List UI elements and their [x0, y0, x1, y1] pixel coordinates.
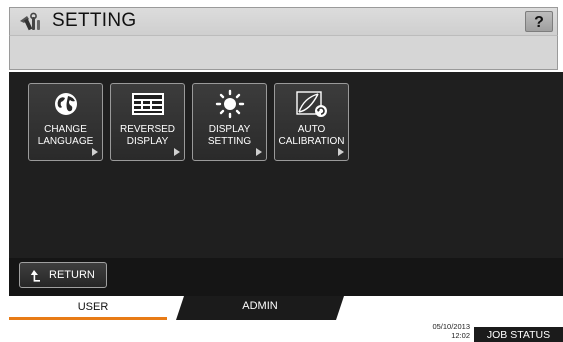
reversed-display-button[interactable]: REVERSED DISPLAY	[110, 83, 185, 161]
arrow-right-icon	[92, 148, 98, 156]
arrow-right-icon	[256, 148, 262, 156]
page-title: SETTING	[52, 10, 137, 31]
title-bar: SETTING ?	[9, 7, 558, 35]
date-time-display: 05/10/2013 12:02	[414, 322, 470, 340]
reversed-display-icon	[130, 88, 166, 120]
job-status-button[interactable]: JOB STATUS	[474, 327, 563, 342]
message-bar	[9, 35, 558, 70]
return-button[interactable]: RETURN	[19, 262, 107, 288]
globe-icon	[48, 88, 84, 120]
selected-tab-indicator	[9, 317, 167, 320]
tile-label: AUTO CALIBRATION	[278, 124, 345, 147]
tool-icon	[18, 12, 44, 32]
brightness-icon	[212, 88, 248, 120]
tab-label: USER	[77, 301, 109, 313]
arrow-right-icon	[174, 148, 180, 156]
return-label: RETURN	[49, 269, 95, 281]
return-arrow-icon	[29, 269, 41, 282]
change-language-button[interactable]: CHANGE LANGUAGE	[28, 83, 103, 161]
tile-label: DISPLAY SETTING	[207, 124, 252, 147]
tile-label: REVERSED DISPLAY	[119, 124, 175, 147]
calibration-icon	[294, 88, 330, 120]
tile-label: CHANGE LANGUAGE	[37, 124, 94, 147]
mode-tabs: USER ADMIN	[9, 296, 563, 324]
date-text: 05/10/2013	[432, 322, 470, 331]
tab-label: ADMIN	[242, 300, 278, 312]
arrow-right-icon	[338, 148, 344, 156]
tab-admin[interactable]: ADMIN	[176, 296, 344, 320]
settings-panel: CHANGE LANGUAGE REVERSED DISPLAY DISPLAY…	[9, 72, 563, 296]
setting-screen: SETTING ? CHANGE LANGUAGE REVERSED DISPL…	[0, 0, 563, 342]
help-button[interactable]: ?	[525, 11, 553, 32]
tab-user[interactable]: USER	[9, 296, 177, 320]
display-setting-button[interactable]: DISPLAY SETTING	[192, 83, 267, 161]
time-text: 12:02	[451, 331, 470, 340]
auto-calibration-button[interactable]: AUTO CALIBRATION	[274, 83, 349, 161]
